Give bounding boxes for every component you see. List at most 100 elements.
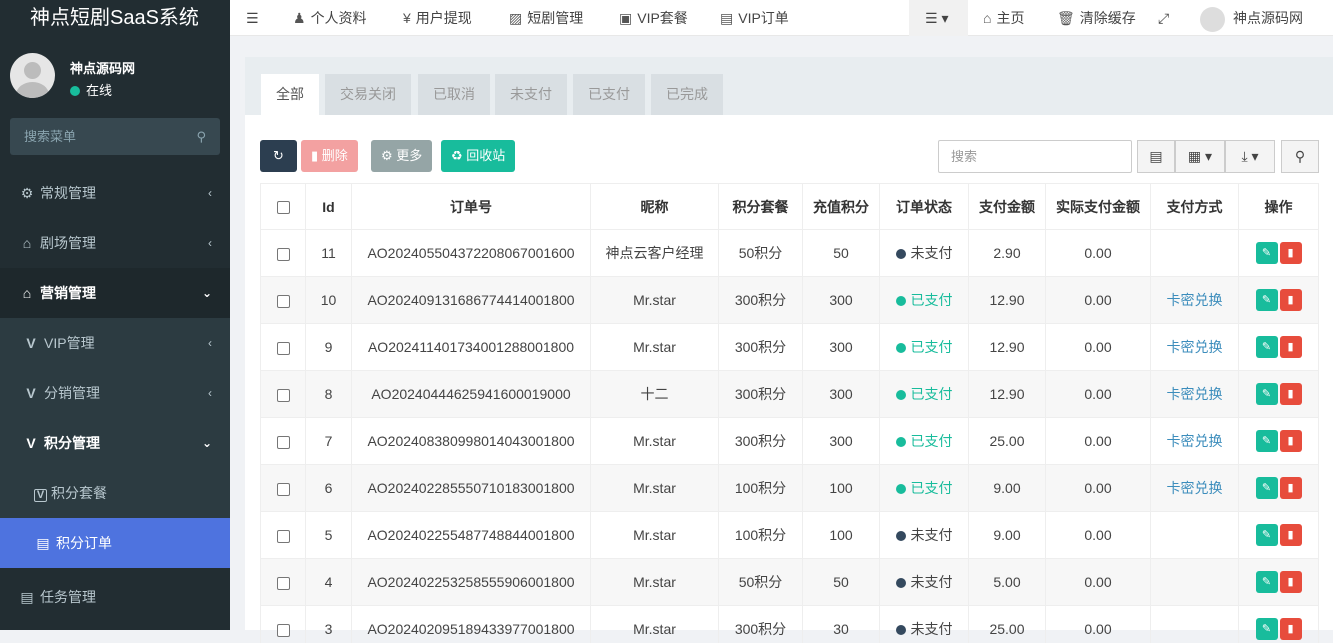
- pay-method-link[interactable]: 卡密兑换: [1167, 480, 1223, 496]
- nav-vip-package[interactable]: ▣VIP套餐: [619, 0, 688, 36]
- column-header[interactable]: 订单号: [352, 184, 591, 230]
- column-header[interactable]: 订单状态: [880, 184, 969, 230]
- nav-dropdown-icon[interactable]: ☰ ▾: [909, 0, 968, 36]
- search-icon[interactable]: ⚲: [196, 118, 206, 155]
- nav-user-menu[interactable]: 神点源码网: [1200, 0, 1303, 36]
- checkbox[interactable]: [277, 483, 290, 496]
- tab-completed[interactable]: 已完成: [651, 74, 723, 115]
- sidebar-item-general[interactable]: ⚙常规管理‹: [0, 168, 230, 218]
- nav-profile[interactable]: ♟个人资料: [293, 0, 367, 36]
- columns-button[interactable]: ▦ ▾: [1175, 140, 1225, 173]
- edit-button[interactable]: ✎: [1256, 242, 1278, 264]
- checkbox[interactable]: [277, 436, 290, 449]
- sidebar-item-points-package[interactable]: V积分套餐: [0, 468, 230, 518]
- pay-method-link[interactable]: 卡密兑换: [1167, 386, 1223, 402]
- sidebar-search-input[interactable]: 搜索菜单 ⚲: [10, 118, 220, 155]
- edit-button[interactable]: ✎: [1256, 430, 1278, 452]
- delete-button[interactable]: ▮ 删除: [301, 140, 358, 172]
- table-row: 8AO20240444625941600019000十二300积分300已支付1…: [261, 371, 1319, 418]
- row-select-cell[interactable]: [261, 324, 306, 371]
- sidebar-item-points[interactable]: V积分管理⌄: [0, 418, 230, 468]
- checkbox[interactable]: [277, 248, 290, 261]
- row-select-cell[interactable]: [261, 512, 306, 559]
- edit-button[interactable]: ✎: [1256, 618, 1278, 640]
- tab-unpaid[interactable]: 未支付: [495, 74, 567, 115]
- edit-button[interactable]: ✎: [1256, 524, 1278, 546]
- edit-button[interactable]: ✎: [1256, 477, 1278, 499]
- column-header[interactable]: 昵称: [591, 184, 719, 230]
- cell-points: 300: [803, 418, 880, 465]
- delete-row-button[interactable]: ▮: [1280, 242, 1302, 264]
- cell-actual-amount: 0.00: [1046, 371, 1151, 418]
- row-select-cell[interactable]: [261, 418, 306, 465]
- column-header[interactable]: 支付金额: [969, 184, 1046, 230]
- tab-paid[interactable]: 已支付: [573, 74, 645, 115]
- edit-button[interactable]: ✎: [1256, 289, 1278, 311]
- edit-button[interactable]: ✎: [1256, 383, 1278, 405]
- row-select-cell[interactable]: [261, 277, 306, 324]
- checkbox[interactable]: [277, 295, 290, 308]
- row-select-cell[interactable]: [261, 371, 306, 418]
- column-header[interactable]: 充值积分: [803, 184, 880, 230]
- cell-pay-method: 卡密兑换: [1151, 324, 1239, 371]
- nav-withdraw[interactable]: ¥用户提现: [403, 0, 472, 36]
- export-button[interactable]: ⤓ ▾: [1225, 140, 1275, 173]
- checkbox[interactable]: [277, 389, 290, 402]
- delete-row-button[interactable]: ▮: [1280, 336, 1302, 358]
- fullscreen-icon[interactable]: ⤢: [1158, 0, 1169, 36]
- checkbox[interactable]: [277, 577, 290, 590]
- sidebar-item-tasks[interactable]: ▤任务管理: [0, 568, 230, 626]
- delete-row-button[interactable]: ▮: [1280, 571, 1302, 593]
- edit-button[interactable]: ✎: [1256, 336, 1278, 358]
- tab-all[interactable]: 全部: [261, 74, 319, 115]
- pay-method-link[interactable]: 卡密兑换: [1167, 339, 1223, 355]
- column-header[interactable]: 积分套餐: [719, 184, 803, 230]
- tab-cancelled[interactable]: 已取消: [418, 74, 490, 115]
- checkbox[interactable]: [277, 201, 290, 214]
- recycle-bin-button[interactable]: ♻ 回收站: [441, 140, 515, 172]
- pay-method-link[interactable]: 卡密兑换: [1167, 433, 1223, 449]
- column-header: 操作: [1239, 184, 1319, 230]
- column-header[interactable]: Id: [306, 184, 352, 230]
- row-select-cell[interactable]: [261, 606, 306, 643]
- sidebar-item-marketing[interactable]: ⌂营销管理⌄: [0, 268, 230, 318]
- delete-row-button[interactable]: ▮: [1280, 618, 1302, 640]
- nav-home[interactable]: ⌂主页: [983, 0, 1024, 36]
- cell-actions: ✎▮: [1239, 371, 1319, 418]
- checkbox[interactable]: [277, 342, 290, 355]
- row-select-cell[interactable]: [261, 465, 306, 512]
- nav-clear-cache[interactable]: 🗑清除缓存: [1057, 0, 1136, 36]
- advanced-search-button[interactable]: ⚲: [1281, 140, 1319, 173]
- refresh-button[interactable]: ↻: [260, 140, 297, 172]
- delete-row-button[interactable]: ▮: [1280, 524, 1302, 546]
- sidebar-toggle-icon[interactable]: ☰: [246, 0, 259, 36]
- nav-drama[interactable]: ▨短剧管理: [509, 0, 583, 36]
- more-button[interactable]: ⚙ 更多: [371, 140, 432, 172]
- app-title[interactable]: 神点短剧SaaS系统: [0, 0, 230, 36]
- table-search-input[interactable]: 搜索: [938, 140, 1132, 173]
- delete-row-button[interactable]: ▮: [1280, 383, 1302, 405]
- delete-row-button[interactable]: ▮: [1280, 477, 1302, 499]
- sidebar-item-theater[interactable]: ⌂剧场管理‹: [0, 218, 230, 268]
- tab-closed[interactable]: 交易关闭: [325, 74, 411, 115]
- select-all-checkbox[interactable]: [261, 184, 306, 230]
- list-icon: ▤: [1149, 148, 1162, 164]
- cell-actual-amount: 0.00: [1046, 512, 1151, 559]
- checkbox[interactable]: [277, 624, 290, 637]
- sidebar-item-points-order[interactable]: ▤积分订单: [0, 518, 230, 568]
- pay-method-link[interactable]: 卡密兑换: [1167, 292, 1223, 308]
- toggle-view-button[interactable]: ▤: [1137, 140, 1175, 173]
- sidebar-item-vip[interactable]: VVIP管理‹: [0, 318, 230, 368]
- nav-vip-order[interactable]: ▤VIP订单: [720, 0, 789, 36]
- row-select-cell[interactable]: [261, 559, 306, 606]
- row-select-cell[interactable]: [261, 230, 306, 277]
- column-header[interactable]: 支付方式: [1151, 184, 1239, 230]
- delete-row-button[interactable]: ▮: [1280, 289, 1302, 311]
- column-header[interactable]: 实际支付金额: [1046, 184, 1151, 230]
- sidebar-item-distribution[interactable]: V分销管理‹: [0, 368, 230, 418]
- sidebar: 神点短剧SaaS系统 神点源码网 在线 搜索菜单 ⚲ ⚙常规管理‹ ⌂剧场管理‹…: [0, 0, 230, 630]
- chevron-left-icon: ‹: [208, 218, 212, 268]
- checkbox[interactable]: [277, 530, 290, 543]
- edit-button[interactable]: ✎: [1256, 571, 1278, 593]
- delete-row-button[interactable]: ▮: [1280, 430, 1302, 452]
